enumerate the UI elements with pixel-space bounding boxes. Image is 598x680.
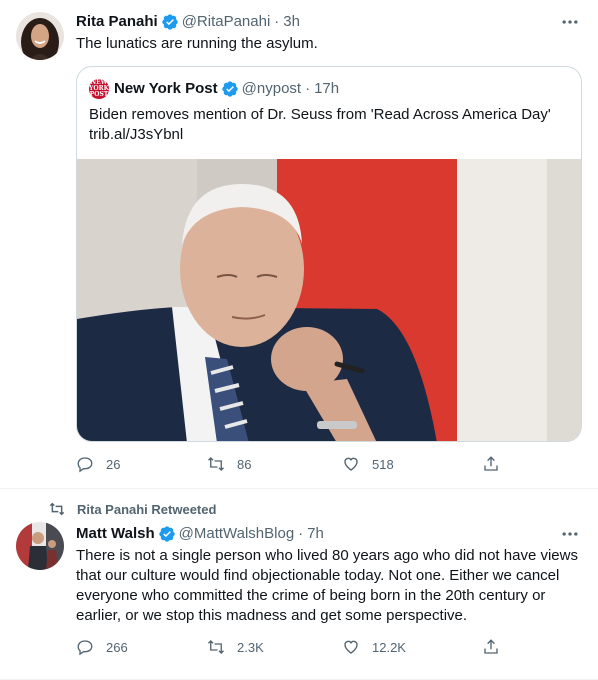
author-name[interactable]: Matt Walsh — [76, 524, 155, 544]
quote-author-handle: @nypost — [241, 80, 302, 97]
avatar-rita-panahi[interactable] — [16, 12, 64, 60]
quote-headline: Biden removes mention of Dr. Seuss from … — [89, 106, 551, 123]
separator: · — [274, 13, 280, 30]
quote-photo[interactable] — [77, 159, 581, 441]
photo-illustration — [77, 159, 581, 441]
verified-icon — [221, 81, 238, 97]
tweet-rita-panahi[interactable]: Rita Panahi @RitaPanahi · 3h The lunatic… — [0, 0, 598, 488]
like-icon — [344, 457, 358, 471]
tweet-actions: 266 2.3K 12.2K — [76, 638, 506, 658]
quote-timestamp: 17h — [314, 80, 340, 97]
like-icon — [344, 640, 358, 654]
author-handle[interactable]: @RitaPanahi — [182, 12, 271, 32]
reply-count: 26 — [106, 456, 121, 472]
reply-button[interactable]: 266 — [76, 638, 128, 656]
retweet-icon — [208, 640, 224, 654]
quote-text: Biden removes mention of Dr. Seuss from … — [89, 105, 571, 145]
more-icon[interactable] — [560, 524, 580, 544]
quote-author-name: New York Post — [114, 80, 218, 97]
separator: · — [305, 80, 311, 97]
quoted-tweet[interactable]: NEW YORK POST New York Post @nypost · 17h … — [76, 66, 582, 442]
share-icon — [484, 639, 498, 654]
more-icon[interactable] — [560, 12, 580, 32]
reply-count: 266 — [106, 639, 128, 655]
like-count: 518 — [372, 456, 394, 472]
retweet-button[interactable]: 86 — [207, 455, 251, 473]
like-count: 12.2K — [372, 639, 406, 655]
like-button[interactable]: 12.2K — [342, 638, 406, 656]
share-button[interactable] — [482, 638, 512, 656]
nypost-logo-icon: NEW YORK POST — [89, 79, 109, 99]
tweet-text: There is not a single person who lived 8… — [76, 547, 578, 624]
tweet-actions: 26 86 518 — [76, 455, 506, 475]
tweet-matt-walsh[interactable]: Matt Walsh @MattWalshBlog · 7h There is … — [0, 489, 598, 680]
timestamp[interactable]: 7h — [307, 524, 324, 544]
verified-icon — [158, 526, 175, 542]
like-button[interactable]: 518 — [342, 455, 394, 473]
reply-button[interactable]: 26 — [76, 455, 120, 473]
author-name[interactable]: Rita Panahi — [76, 12, 158, 32]
reply-icon — [77, 457, 93, 473]
reply-icon — [77, 640, 93, 656]
retweet-count: 86 — [237, 456, 252, 472]
retweet-icon — [208, 457, 224, 471]
share-icon — [484, 456, 498, 471]
retweet-count: 2.3K — [237, 639, 264, 655]
author-handle[interactable]: @MattWalshBlog — [179, 524, 295, 544]
verified-icon — [162, 14, 178, 30]
retweet-button[interactable]: 2.3K — [207, 638, 264, 656]
share-button[interactable] — [482, 455, 512, 473]
avatar-matt-walsh[interactable] — [16, 522, 64, 570]
timestamp[interactable]: 3h — [283, 12, 300, 32]
separator: · — [298, 525, 304, 542]
quote-link[interactable]: trib.al/J3sYbnl — [89, 125, 571, 145]
tweet-text: The lunatics are running the asylum. — [76, 35, 318, 52]
